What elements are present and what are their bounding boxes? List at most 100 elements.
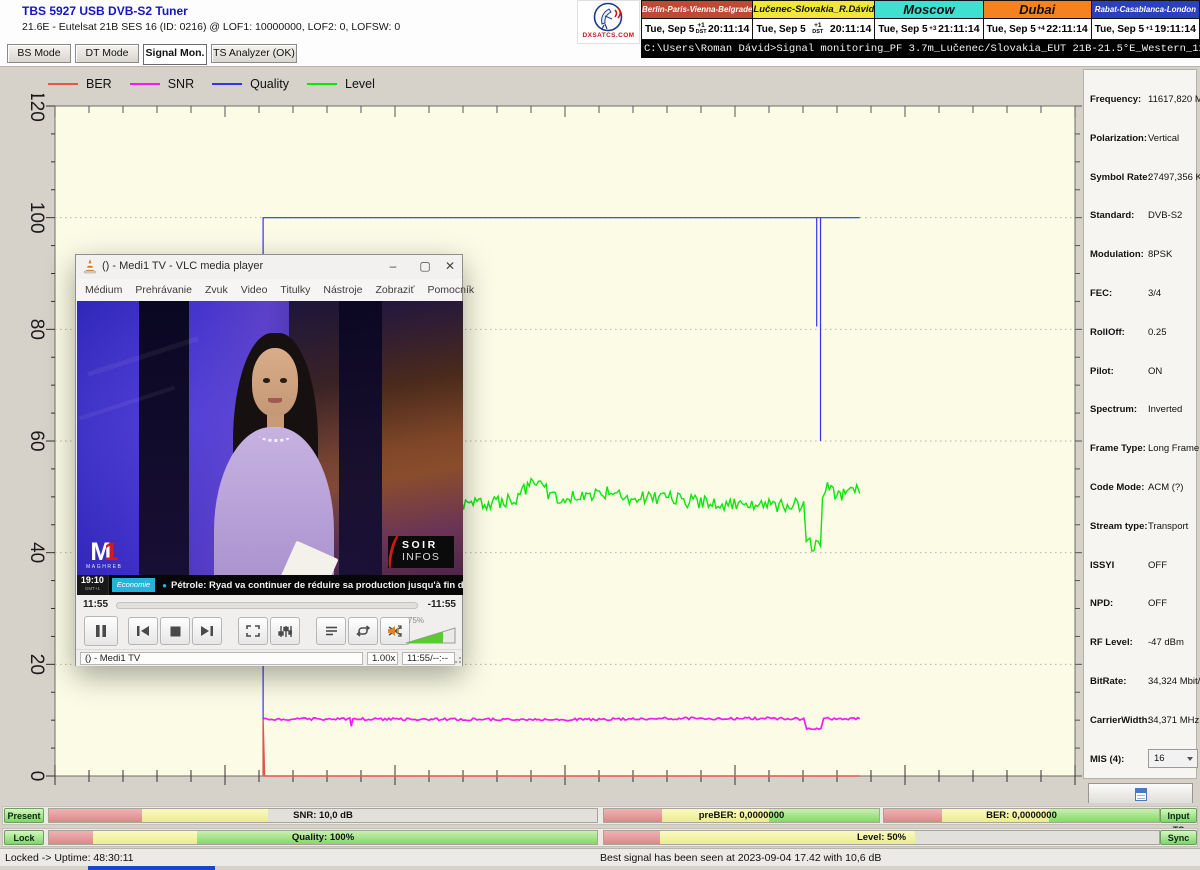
resize-grip[interactable] bbox=[453, 657, 461, 665]
svg-text:20: 20 bbox=[26, 654, 47, 675]
extended-settings-button[interactable] bbox=[270, 617, 300, 645]
next-button[interactable] bbox=[192, 617, 222, 645]
vlc-menu-pomocnk[interactable]: Pomocník bbox=[427, 284, 474, 296]
param-rflevel: RF Level:-47 dBm bbox=[1090, 637, 1192, 667]
param-symbolrate: Symbol Rate:27497,356 KS/s bbox=[1090, 172, 1192, 202]
clock-2: MoscowTue, Sep 5+321:11:14 bbox=[875, 0, 983, 40]
param-pilot: Pilot:ON bbox=[1090, 366, 1192, 396]
vlc-controls: 75% bbox=[76, 615, 462, 649]
ticker-headline: Pétrole: Ryad va continuer de réduire sa… bbox=[171, 580, 463, 591]
clock-city-label: Dubai bbox=[984, 1, 1091, 19]
tab-ts-analyzer-ok-[interactable]: TS Analyzer (OK) bbox=[211, 44, 297, 63]
main-area: BERSNRQualityLevel 020406080100120 Frequ… bbox=[0, 66, 1200, 803]
stop-button[interactable] bbox=[160, 617, 190, 645]
bar-snr: SNR: 10,0 dB bbox=[48, 808, 598, 823]
volume-slider[interactable] bbox=[406, 627, 456, 649]
ticker-category: Economie bbox=[112, 578, 155, 592]
console-line: C:\Users\Roman Dávid>Signal monitoring_P… bbox=[641, 40, 1200, 58]
chevron-down-icon bbox=[1187, 757, 1193, 761]
vlc-menu-video[interactable]: Video bbox=[241, 284, 268, 296]
vlc-menu-mdium[interactable]: Médium bbox=[85, 284, 122, 296]
legend-swatch bbox=[130, 83, 160, 85]
param-frametype: Frame Type:Long Frame bbox=[1090, 443, 1192, 473]
satellite-dish-icon bbox=[592, 2, 626, 34]
bar-ber: BER: 0,0000000 bbox=[883, 808, 1160, 823]
param-issyi: ISSYIOFF bbox=[1090, 560, 1192, 590]
vlc-video-area[interactable]: M1 MAGHREB SOIR INFOS 19:10 GMT+1 Econom… bbox=[77, 301, 463, 595]
background-window-sliver bbox=[88, 866, 215, 870]
bar-level: Level: 50% bbox=[603, 830, 1160, 845]
param-carrierwidth: CarrierWidth:34,371 MHz bbox=[1090, 715, 1192, 745]
necklace bbox=[259, 429, 291, 442]
svg-text:40: 40 bbox=[26, 542, 47, 563]
vlc-statusbar: () - Medi1 TV 1.00x 11:55/--:-- bbox=[76, 649, 462, 666]
sidebar-icon-button[interactable] bbox=[1088, 783, 1193, 805]
ticker-clock: 19:10 GMT+1 bbox=[77, 575, 109, 595]
tab-dt-mode[interactable]: DT Mode bbox=[75, 44, 139, 63]
svg-text:0: 0 bbox=[26, 771, 47, 782]
vlc-menu-titulky[interactable]: Titulky bbox=[280, 284, 310, 296]
lock-indicator[interactable]: Lock bbox=[4, 830, 44, 845]
vlc-window-title: () - Medi1 TV - VLC media player bbox=[102, 260, 263, 272]
legend-label: BER bbox=[86, 77, 112, 91]
previous-button[interactable] bbox=[128, 617, 158, 645]
param-spectrum: Spectrum:Inverted bbox=[1090, 404, 1192, 434]
playlist-button[interactable] bbox=[316, 617, 346, 645]
vlc-menu-zvuk[interactable]: Zvuk bbox=[205, 284, 228, 296]
legend-label: Level bbox=[345, 77, 375, 91]
now-playing-field: () - Medi1 TV bbox=[80, 652, 363, 665]
app-subtitle: 21.6E - Eutelsat 21B SES 16 (ID: 0216) @… bbox=[22, 21, 400, 33]
legend-label: SNR bbox=[168, 77, 194, 91]
loop-button[interactable] bbox=[348, 617, 378, 645]
status-line: Locked -> Uptime: 48:30:11 Best signal h… bbox=[0, 848, 1200, 866]
seek-bar[interactable] bbox=[116, 602, 418, 609]
clock-city-label: Rabat-Casablanca-London bbox=[1092, 1, 1199, 19]
param-bitrate: BitRate:34,324 Mbit/s bbox=[1090, 676, 1192, 706]
logo-text: DXSATCS.COM bbox=[578, 32, 639, 39]
param-npd: NPD:OFF bbox=[1090, 598, 1192, 628]
legend-swatch bbox=[307, 83, 337, 85]
close-button[interactable]: ✕ bbox=[436, 255, 464, 279]
vlc-window: () - Medi1 TV - VLC media player – ▢ ✕ M… bbox=[75, 254, 463, 666]
legend-item-quality: Quality bbox=[212, 77, 289, 91]
sync-ts-indicator[interactable]: Sync TS bbox=[1160, 830, 1197, 845]
app-window: TBS 5927 USB DVB-S2 Tuner 21.6E - Eutels… bbox=[0, 0, 1200, 870]
mis-row: MIS (4): 16 bbox=[1090, 754, 1192, 784]
bar-value-label: preBER: 0,0000000 bbox=[604, 810, 879, 821]
soir-infos-badge: SOIR INFOS bbox=[388, 536, 454, 568]
input-ts-indicator[interactable]: Input TS bbox=[1160, 808, 1197, 823]
legend-swatch bbox=[212, 83, 242, 85]
clock-1: Lučenec-Slovakia_R.DávidTue, Sep 5+1DST2… bbox=[753, 0, 875, 40]
mis-select[interactable]: 16 bbox=[1148, 749, 1198, 768]
clock-time: Tue, Sep 5+1DST20:11:14 bbox=[642, 19, 752, 39]
clock-time: Tue, Sep 5+321:11:14 bbox=[875, 19, 982, 39]
param-streamtype: Stream type:Transport bbox=[1090, 521, 1192, 551]
maximize-button[interactable]: ▢ bbox=[411, 255, 439, 279]
fullscreen-button[interactable] bbox=[238, 617, 268, 645]
param-codemode: Code Mode:ACM (?) bbox=[1090, 482, 1192, 512]
bar-value-label: Quality: 100% bbox=[49, 832, 597, 843]
vlc-menu-nstroje[interactable]: Nástroje bbox=[323, 284, 362, 296]
vlc-menubar: Médium Prehrávanie Zvuk Video Titulky Nástroj… bbox=[76, 279, 462, 301]
tab-bs-mode[interactable]: BS Mode bbox=[7, 44, 71, 63]
best-signal-status: Best signal has been seen at 2023-09-04 … bbox=[600, 852, 881, 864]
minimize-button[interactable]: – bbox=[379, 255, 407, 279]
legend-item-ber: BER bbox=[48, 77, 112, 91]
legend-label: Quality bbox=[250, 77, 289, 91]
playback-rate[interactable]: 1.00x bbox=[367, 652, 398, 665]
clock-city-label: Moscow bbox=[875, 1, 982, 19]
svg-text:120: 120 bbox=[26, 94, 47, 122]
vlc-titlebar[interactable]: () - Medi1 TV - VLC media player – ▢ ✕ bbox=[76, 255, 462, 279]
present-indicator[interactable]: Present bbox=[4, 808, 44, 823]
pause-button[interactable] bbox=[84, 616, 118, 646]
svg-text:80: 80 bbox=[26, 319, 47, 340]
vlc-menu-zobrazi[interactable]: Zobraziť bbox=[375, 284, 414, 296]
tab-signal-mon-[interactable]: Signal Mon. bbox=[143, 44, 207, 65]
vlc-menu-prehrvanie[interactable]: Prehrávanie bbox=[135, 284, 192, 296]
volume-icon[interactable] bbox=[387, 624, 401, 643]
clock-4: Rabat-Casablanca-LondonTue, Sep 5+119:11… bbox=[1092, 0, 1200, 40]
param-polarization: Polarization:Vertical bbox=[1090, 133, 1192, 163]
bar-value-label: SNR: 10,0 dB bbox=[49, 810, 597, 821]
time-display[interactable]: 11:55/--:-- bbox=[402, 652, 455, 665]
channel-logo: M1 MAGHREB bbox=[86, 541, 122, 570]
